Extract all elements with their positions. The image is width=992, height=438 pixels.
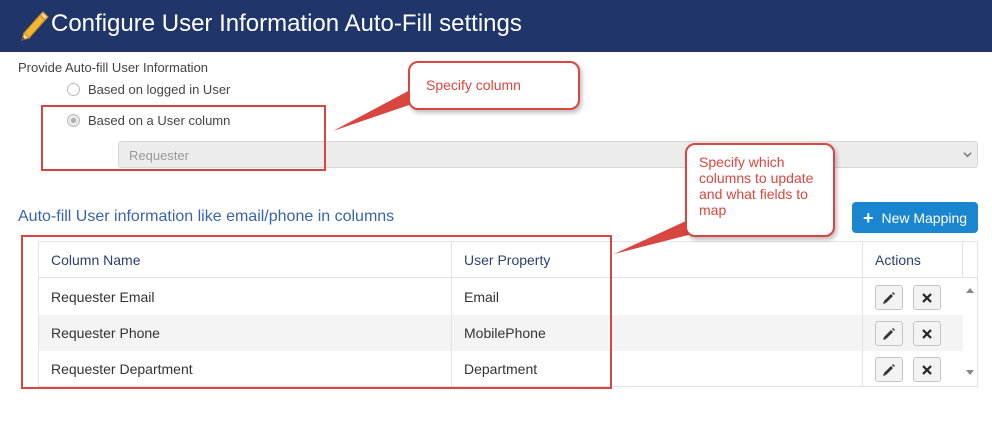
pencil-icon (21, 11, 49, 41)
callout-specify-mapping: Specify which columns to update and what… (685, 143, 835, 237)
column-header-actions: Actions (875, 252, 921, 268)
highlight-box-mapping-table (21, 235, 612, 389)
chevron-down-icon (963, 152, 972, 158)
scroll-up-arrow-icon[interactable] (966, 288, 974, 293)
edit-button[interactable] (875, 357, 903, 382)
pencil-icon (883, 291, 895, 304)
callout-specify-column: Specify column (408, 61, 580, 110)
autofill-source-label: Provide Auto-fill User Information (18, 60, 209, 75)
close-icon (922, 328, 932, 339)
table-scrollbar[interactable] (963, 278, 977, 386)
mapping-section-heading: Auto-fill User information like email/ph… (18, 208, 395, 225)
new-mapping-label: New Mapping (881, 209, 968, 226)
radio-button[interactable] (67, 82, 80, 96)
scroll-down-arrow-icon[interactable] (966, 370, 974, 375)
delete-button[interactable] (913, 357, 941, 382)
plus-icon: + (862, 207, 874, 228)
header-bar: Configure User Information Auto-Fill set… (0, 0, 992, 52)
close-icon (922, 292, 932, 303)
column-divider (862, 242, 863, 386)
radio-label: Based on logged in User (88, 81, 231, 97)
highlight-box-user-column (41, 105, 326, 171)
column-divider (962, 242, 963, 278)
page-title: Configure User Information Auto-Fill set… (51, 10, 522, 37)
delete-button[interactable] (913, 285, 941, 310)
radio-logged-in-user[interactable]: Based on logged in User (67, 80, 230, 98)
delete-button[interactable] (913, 321, 941, 346)
edit-button[interactable] (875, 321, 903, 346)
pencil-icon (883, 327, 895, 340)
callout-text: Specify column (426, 77, 521, 93)
edit-button[interactable] (875, 285, 903, 310)
pencil-icon (883, 363, 895, 376)
callout-text: Specify which columns to update and what… (699, 154, 814, 218)
new-mapping-button[interactable]: + New Mapping (852, 202, 978, 233)
close-icon (922, 364, 932, 375)
